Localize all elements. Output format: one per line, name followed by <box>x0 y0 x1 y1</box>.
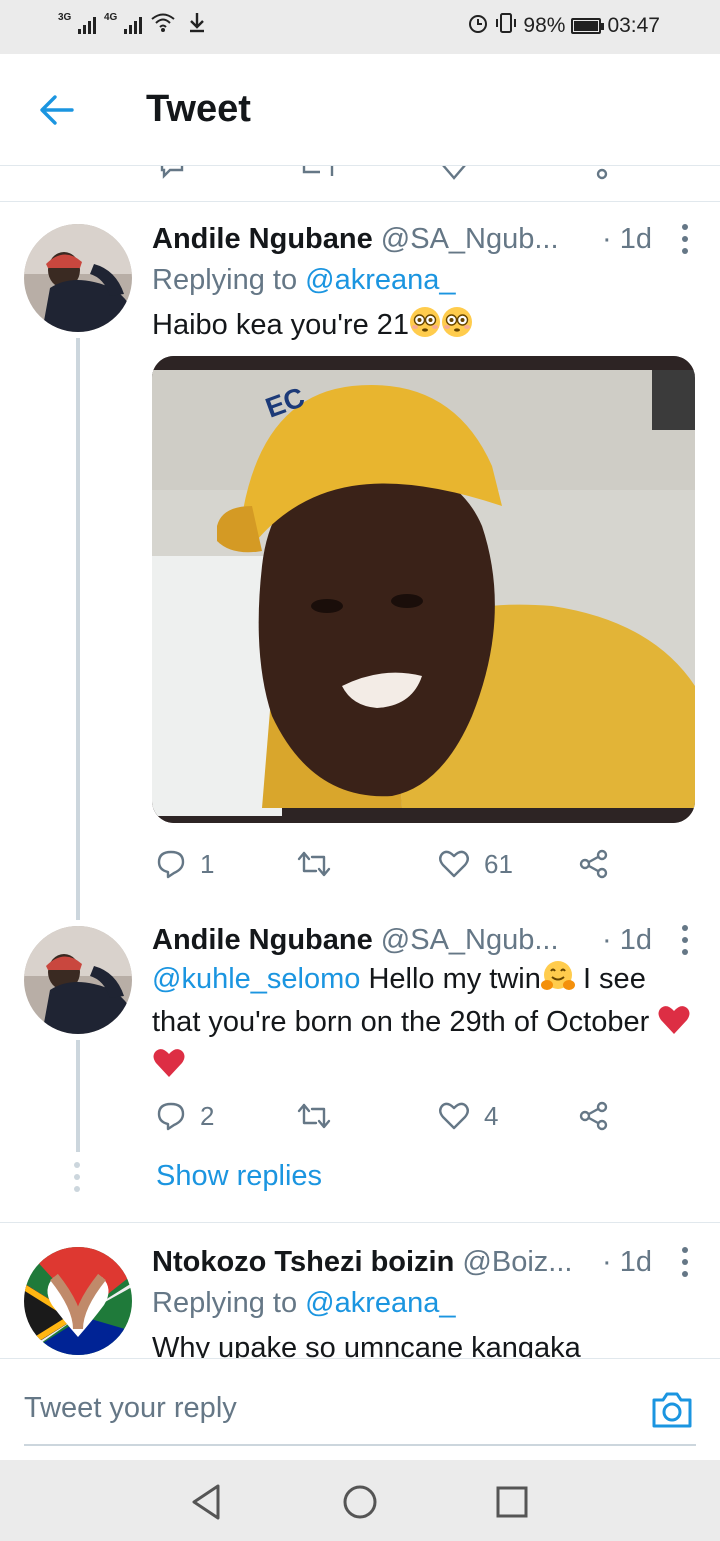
reply-button[interactable]: 2 <box>156 1096 214 1136</box>
user-handle[interactable]: @Boiz... <box>462 1246 572 1278</box>
share-icon <box>579 1101 608 1131</box>
nav-home-icon[interactable] <box>340 1482 380 1522</box>
like-button[interactable]: 4 <box>438 1096 498 1136</box>
download-icon <box>184 10 210 34</box>
replying-to: Replying to @akreana_ <box>152 1284 456 1322</box>
tweet-actions: 1 61 <box>152 844 632 884</box>
tweet-reply-input[interactable]: Tweet your reply <box>24 1368 696 1446</box>
battery-fill <box>574 21 598 31</box>
reply-count: 2 <box>200 1100 215 1131</box>
camera-icon <box>652 1392 692 1428</box>
more-options-icon[interactable] <box>678 925 692 955</box>
tweet-header: Ntokozo Tshezi boizin @Boiz... · 1d <box>152 1243 692 1281</box>
back-button[interactable] <box>30 84 82 136</box>
thread-continuation-dots <box>72 1162 82 1192</box>
signal-strength-icon: 3G <box>58 10 96 34</box>
battery-percent: 98% <box>523 14 566 37</box>
flushed-face-emoji <box>409 306 441 349</box>
timestamp[interactable]: · 1d <box>602 1243 652 1281</box>
status-bar: 3G 4G 98% 03:47 <box>0 0 720 54</box>
signal-strength-2-icon: 4G <box>104 10 142 34</box>
replying-to-label: Replying to <box>152 1287 306 1319</box>
hugging-face-emoji <box>540 960 575 1003</box>
reply-button[interactable]: 1 <box>156 844 214 884</box>
tweet-body: Haibo kea you're 21 <box>152 309 410 341</box>
tweet-body-part-1: Hello my twin <box>360 963 541 995</box>
reply-placeholder: Tweet your reply <box>24 1392 237 1424</box>
arrow-left-icon <box>40 95 74 125</box>
tweet-actions: 2 4 <box>152 1096 632 1136</box>
show-replies-link[interactable]: Show replies <box>156 1160 322 1193</box>
retweet-icon <box>297 1103 331 1129</box>
red-heart-emoji <box>657 1005 691 1046</box>
nav-recents-icon[interactable] <box>494 1482 530 1522</box>
tweet-text: Haibo kea you're 21 <box>152 306 694 349</box>
tweet-header: Andile Ngubane @SA_Ngub... · 1d <box>152 220 692 258</box>
retweet-icon <box>297 851 331 877</box>
network-type-2-label: 4G <box>104 12 118 23</box>
tweet-text: Why upake so umncane kangaka <box>152 1332 581 1358</box>
like-button[interactable]: 61 <box>438 844 513 884</box>
display-name[interactable]: Andile Ngubane <box>152 924 373 956</box>
battery-icon <box>571 18 605 34</box>
retweet-icon <box>302 166 334 176</box>
camera-button[interactable] <box>650 1388 694 1432</box>
heart-icon <box>439 1102 469 1130</box>
replying-to: Replying to @akreana_ <box>152 261 456 299</box>
page-title: Tweet <box>146 88 251 130</box>
like-count: 61 <box>484 848 513 879</box>
top-app-bar: Tweet <box>0 54 720 166</box>
flushed-face-emoji <box>441 306 473 349</box>
replying-to-label: Replying to <box>152 264 306 296</box>
nav-back-icon[interactable] <box>188 1482 224 1522</box>
retweet-button[interactable] <box>296 844 346 884</box>
photo-image: EC <box>152 356 695 823</box>
red-heart-emoji <box>152 1048 186 1089</box>
display-name[interactable]: Andile Ngubane <box>152 223 373 255</box>
user-handle[interactable]: @SA_Ngub... <box>381 924 559 956</box>
display-name[interactable]: Ntokozo Tshezi boizin <box>152 1246 454 1278</box>
share-button[interactable] <box>578 1096 610 1136</box>
timestamp[interactable]: · 1d <box>602 921 652 959</box>
reply-count: 1 <box>200 848 215 879</box>
more-options-icon[interactable] <box>678 1247 692 1277</box>
reply-icon <box>157 1102 185 1131</box>
vibrate-icon <box>495 12 517 40</box>
avatar[interactable] <box>24 926 132 1034</box>
mention-link[interactable]: @kuhle_selomo <box>152 963 360 995</box>
thread-line <box>76 338 80 920</box>
previous-tweet-actions-partial <box>0 166 720 202</box>
tweet-3[interactable]: Ntokozo Tshezi boizin @Boiz... · 1d Repl… <box>0 1223 720 1358</box>
thread-line <box>76 1040 80 1152</box>
retweet-button[interactable] <box>296 1096 346 1136</box>
more-options-icon[interactable] <box>678 224 692 254</box>
alarm-icon <box>467 12 489 40</box>
wifi-icon <box>150 10 176 34</box>
share-button[interactable] <box>578 844 610 884</box>
clock: 03:47 <box>607 14 660 37</box>
user-handle[interactable]: @SA_Ngub... <box>381 223 559 255</box>
share-icon <box>596 168 608 180</box>
tweet-header: Andile Ngubane @SA_Ngub... · 1d <box>152 921 692 959</box>
network-type-label: 3G <box>58 12 72 23</box>
timestamp[interactable]: · 1d <box>602 220 652 258</box>
share-icon <box>579 849 608 879</box>
tweet-media-photo[interactable]: EC <box>152 356 695 823</box>
avatar[interactable] <box>24 224 132 332</box>
like-count: 4 <box>484 1100 499 1131</box>
heart-icon <box>442 166 466 180</box>
reply-icon <box>160 166 184 179</box>
tweet-2[interactable]: Andile Ngubane @SA_Ngub... · 1d @kuhle_s… <box>0 916 720 1222</box>
reply-icon <box>157 850 185 879</box>
system-navigation-bar <box>0 1460 720 1541</box>
replying-to-mention[interactable]: @akreana_ <box>305 1287 455 1319</box>
tweet-1[interactable]: Andile Ngubane @SA_Ngub... · 1d Replying… <box>0 200 720 920</box>
replying-to-mention[interactable]: @akreana_ <box>305 264 455 296</box>
heart-icon <box>439 850 469 878</box>
avatar[interactable] <box>24 1247 132 1355</box>
tweet-text: @kuhle_selomo Hello my twin I see that y… <box>152 960 694 1089</box>
